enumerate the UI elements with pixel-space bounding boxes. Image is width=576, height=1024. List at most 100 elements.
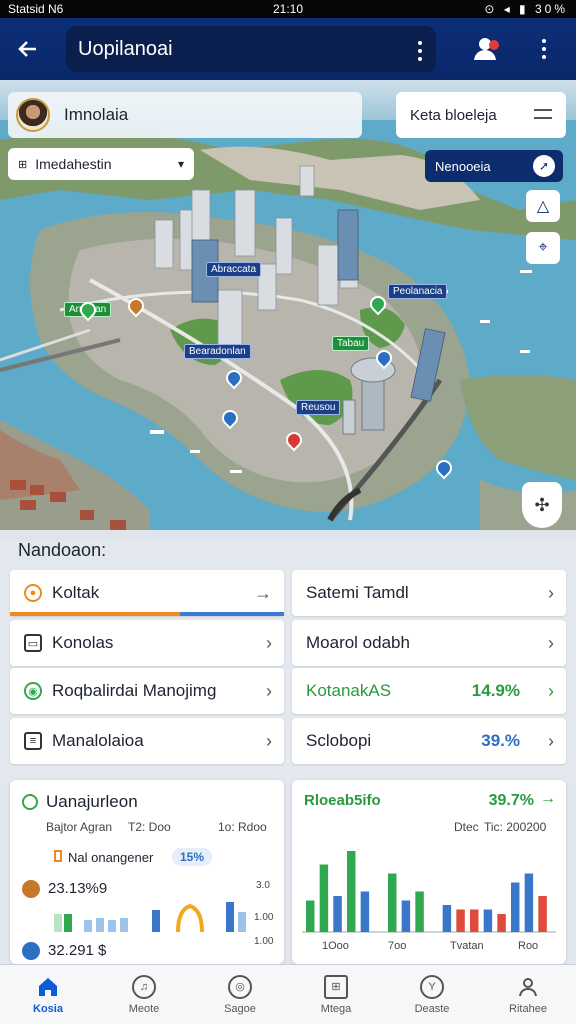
menu-item-koltak[interactable]: ● Koltak →	[10, 570, 284, 616]
y-tick: 1.00	[254, 936, 274, 947]
user-icon	[474, 38, 499, 60]
bottom-panel: Nandoaon: ● Koltak → ▭ Konolas › ◉ Roqba…	[0, 530, 576, 964]
map-label[interactable]: Peolanacia	[388, 284, 448, 299]
col-header: Bajtor Agran	[46, 820, 113, 834]
title-menu-icon[interactable]	[418, 41, 422, 61]
chevron-right-icon: ›	[266, 632, 272, 653]
menu-item-label: Manalolaioa	[52, 731, 144, 750]
menu-item-label: KotanakAS	[306, 681, 392, 700]
tab-music[interactable]: ♫ Meote	[96, 965, 192, 1024]
map-label[interactable]: Reusou	[296, 400, 341, 415]
map-search-field[interactable]: Keta bloeleja	[396, 92, 566, 138]
menu-item-moarol[interactable]: Moarol odabh ›	[292, 620, 566, 666]
back-arrow-icon	[18, 41, 36, 57]
tab-label: Kosia	[33, 1002, 63, 1015]
chart-bar	[497, 914, 506, 932]
tab-label: Mtega	[320, 1002, 352, 1015]
row-value: 32.291 $	[48, 942, 107, 959]
status-icons: ⊙ ◂ ▮ 30%	[484, 2, 569, 16]
arrow-right-icon: →	[254, 582, 272, 603]
record-icon: ◎	[228, 974, 252, 999]
carrier-label: Statsid N6	[8, 2, 64, 16]
chart-bar	[524, 873, 534, 932]
more-options-button[interactable]	[532, 32, 556, 66]
mini-bar-chart	[54, 902, 246, 932]
menu-item-label: Konolas	[52, 633, 114, 652]
back-button[interactable]	[0, 18, 56, 80]
chart-bar	[388, 873, 397, 932]
menu-item-roqbalirdai[interactable]: ◉ Roqbalirdai Manojimg ›	[10, 668, 284, 714]
stat-value: 39.%	[481, 731, 520, 750]
chart-bar	[401, 900, 411, 932]
chart-bar	[319, 864, 329, 932]
col-header: T2: Doo	[128, 820, 171, 834]
col-header: Dtec	[454, 820, 479, 834]
chart-bar	[470, 909, 479, 932]
menu-item-satemi[interactable]: Satemi Tamdl ›	[292, 570, 566, 616]
compass-icon: Y	[420, 974, 444, 999]
y-tick: 3.0	[256, 880, 270, 891]
tab-profile[interactable]: Ritahee	[480, 965, 576, 1024]
stat-value: 14.9%	[471, 681, 520, 700]
stats-card-right[interactable]: Rloeab5ifo 39.7% → Dtec Tic: 200200 1Ooo…	[292, 780, 566, 964]
chevron-right-icon: ›	[548, 582, 554, 603]
user-button[interactable]	[470, 32, 504, 66]
title-field[interactable]: Uopilanoai	[66, 26, 436, 72]
x-label: Tvatan	[450, 940, 484, 952]
stats-card-left[interactable]: Uanajurleon Bajtor Agran T2: Doo 1o: Rdo…	[10, 780, 284, 964]
folder-icon: ▭	[24, 634, 42, 652]
menu-item-konolas[interactable]: ▭ Konolas ›	[10, 620, 284, 666]
x-label: 1Ooo	[322, 940, 349, 952]
menu-item-kotanakas[interactable]: KotanakAS 14.9% ›	[292, 668, 566, 714]
chart-bar	[333, 896, 342, 932]
tab-label: Sagoe	[224, 1002, 256, 1015]
map-mode-toggle[interactable]: Nenooeia ➚	[425, 150, 563, 182]
menu-item-label: Moarol odabh	[306, 633, 410, 652]
menu-item-label: Roqbalirdai Manojimg	[52, 681, 217, 700]
tab-label: Deaste	[414, 1002, 450, 1015]
menu-item-label: Satemi Tamdl	[306, 583, 409, 602]
map-label-green[interactable]: Tabau	[332, 336, 370, 351]
chevron-right-icon: ›	[548, 632, 554, 653]
arrow-right-icon[interactable]: →	[540, 790, 556, 808]
location-card[interactable]: Imnolaia	[8, 92, 362, 138]
map-label[interactable]: Bearadonlan	[184, 344, 251, 359]
chart-bar	[415, 891, 424, 932]
hamburger-menu-icon[interactable]	[534, 109, 552, 125]
chart-bar	[306, 900, 315, 932]
page-title: Uopilanoai	[78, 37, 173, 60]
layers-button[interactable]: △	[526, 190, 560, 222]
search-label: Keta bloeleja	[410, 106, 497, 124]
dropdown-value: Imedahestin	[35, 156, 112, 172]
tab-home[interactable]: Kosia	[0, 965, 96, 1024]
clock: 21:10	[272, 2, 304, 16]
chart-bar	[538, 896, 547, 932]
sub-label: Nal onangener	[68, 850, 154, 865]
map-label[interactable]: Abraccata	[206, 262, 262, 277]
chart-bar	[511, 882, 520, 932]
location-button[interactable]: ⌖	[526, 232, 560, 264]
tab-compass[interactable]: Y Deaste	[384, 965, 480, 1024]
menu-item-sclobopi[interactable]: Sclobopi 39.% ›	[292, 718, 566, 764]
bar-chart	[302, 851, 556, 933]
y-tick: 1.00	[254, 912, 274, 923]
chart-icon: ◉	[24, 682, 42, 700]
col-header: Tic: 200200	[484, 820, 547, 834]
compass-button[interactable]: ✣	[522, 482, 562, 528]
locate-icon: ⌖	[538, 239, 548, 256]
chevron-right-icon: ›	[548, 730, 554, 751]
layer-dropdown[interactable]: ⊞ Imedahestin ▾	[8, 148, 194, 180]
chart-bar	[442, 905, 452, 932]
tab-grid[interactable]: ⊞ Mtega	[288, 965, 384, 1024]
menu-item-manalolaioa[interactable]: ≡ Manalolaioa ›	[10, 718, 284, 764]
dropdown-icon: ⊞	[18, 158, 28, 171]
tab-record[interactable]: ◎ Sagoe	[192, 965, 288, 1024]
chart-bar	[360, 891, 370, 932]
compass-icon: ✣	[534, 494, 550, 515]
x-label: 7oo	[388, 940, 407, 952]
card-value: 39.7%	[488, 792, 534, 809]
x-label: Roo	[518, 940, 539, 952]
percent-badge[interactable]: 15%	[172, 848, 213, 866]
home-icon	[36, 975, 60, 999]
map-view[interactable]: Abraccata Bearadonlan Peolanacia Reusou …	[0, 80, 576, 540]
